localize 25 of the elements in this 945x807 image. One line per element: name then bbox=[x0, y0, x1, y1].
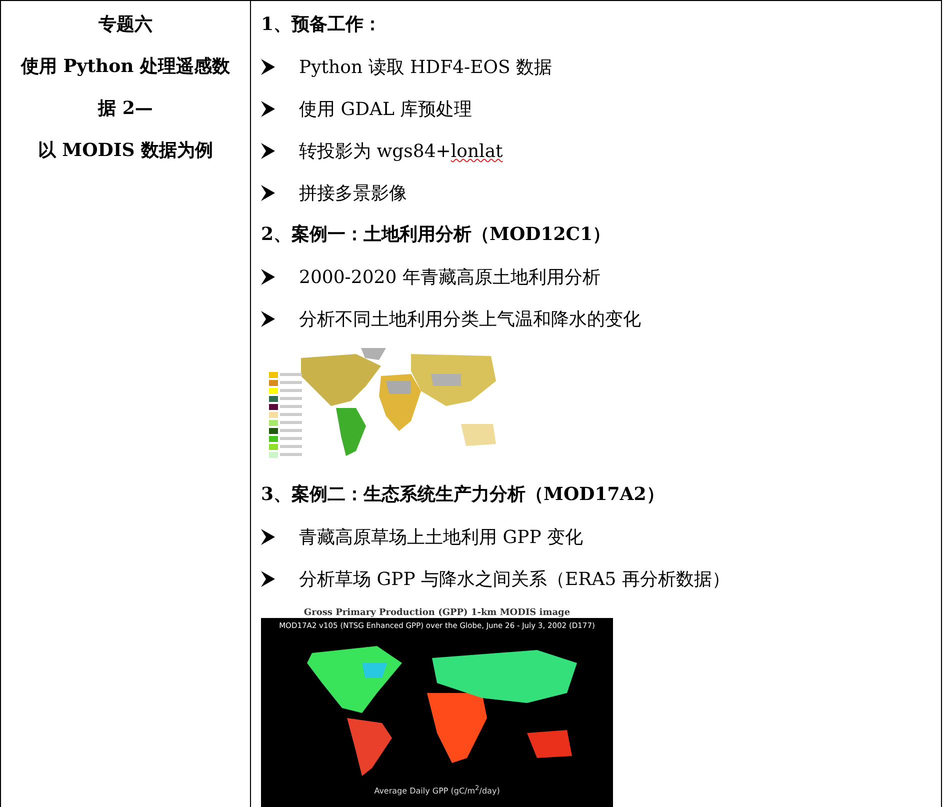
arrow-bullet-icon bbox=[261, 571, 275, 587]
topic-title: 以 MODIS 数据为例 bbox=[38, 139, 214, 163]
bullet-text: 2000-2020 年青藏高原土地利用分析 bbox=[299, 266, 600, 289]
arrow-bullet-icon bbox=[261, 143, 275, 159]
arrow-bullet-icon bbox=[261, 59, 275, 75]
arrow-bullet-icon bbox=[261, 185, 275, 201]
topic-title: 使用 Python 处理遥感数 bbox=[20, 55, 230, 79]
arrow-bullet-icon bbox=[261, 101, 275, 117]
topic-title: 专题六 bbox=[98, 13, 152, 37]
image-caption: Gross Primary Production (GPP) 1-km MODIS image bbox=[304, 608, 570, 618]
section-heading: 3、案例二：生态系统生产力分析（MOD17A2） bbox=[261, 483, 664, 507]
bullet-text: 分析草场 GPP 与降水之间关系（ERA5 再分析数据） bbox=[299, 568, 730, 591]
bullet-text: 青藏高原草场上土地利用 GPP 变化 bbox=[299, 526, 584, 549]
arrow-bullet-icon bbox=[261, 269, 275, 285]
legend-label: Average Daily GPP (gC/m$^{2}$/day) bbox=[374, 784, 500, 796]
bullet-text: 转投影为 wgs84+lonlat bbox=[299, 140, 503, 163]
topic-title: 据 2— bbox=[98, 97, 153, 121]
arrow-bullet-icon bbox=[261, 311, 275, 327]
section-heading: 2、案例一：土地利用分析（MOD12C1） bbox=[261, 223, 611, 247]
bullet-text: Python 读取 HDF4-EOS 数据 bbox=[299, 56, 552, 79]
section-heading: 1、预备工作： bbox=[261, 13, 382, 37]
arrow-bullet-icon bbox=[261, 529, 275, 545]
bullet-text: 使用 GDAL 库预处理 bbox=[299, 98, 472, 121]
bullet-text: 拼接多景影像 bbox=[299, 182, 407, 205]
bullet-text: 分析不同土地利用分类上气温和降水的变化 bbox=[299, 308, 641, 331]
